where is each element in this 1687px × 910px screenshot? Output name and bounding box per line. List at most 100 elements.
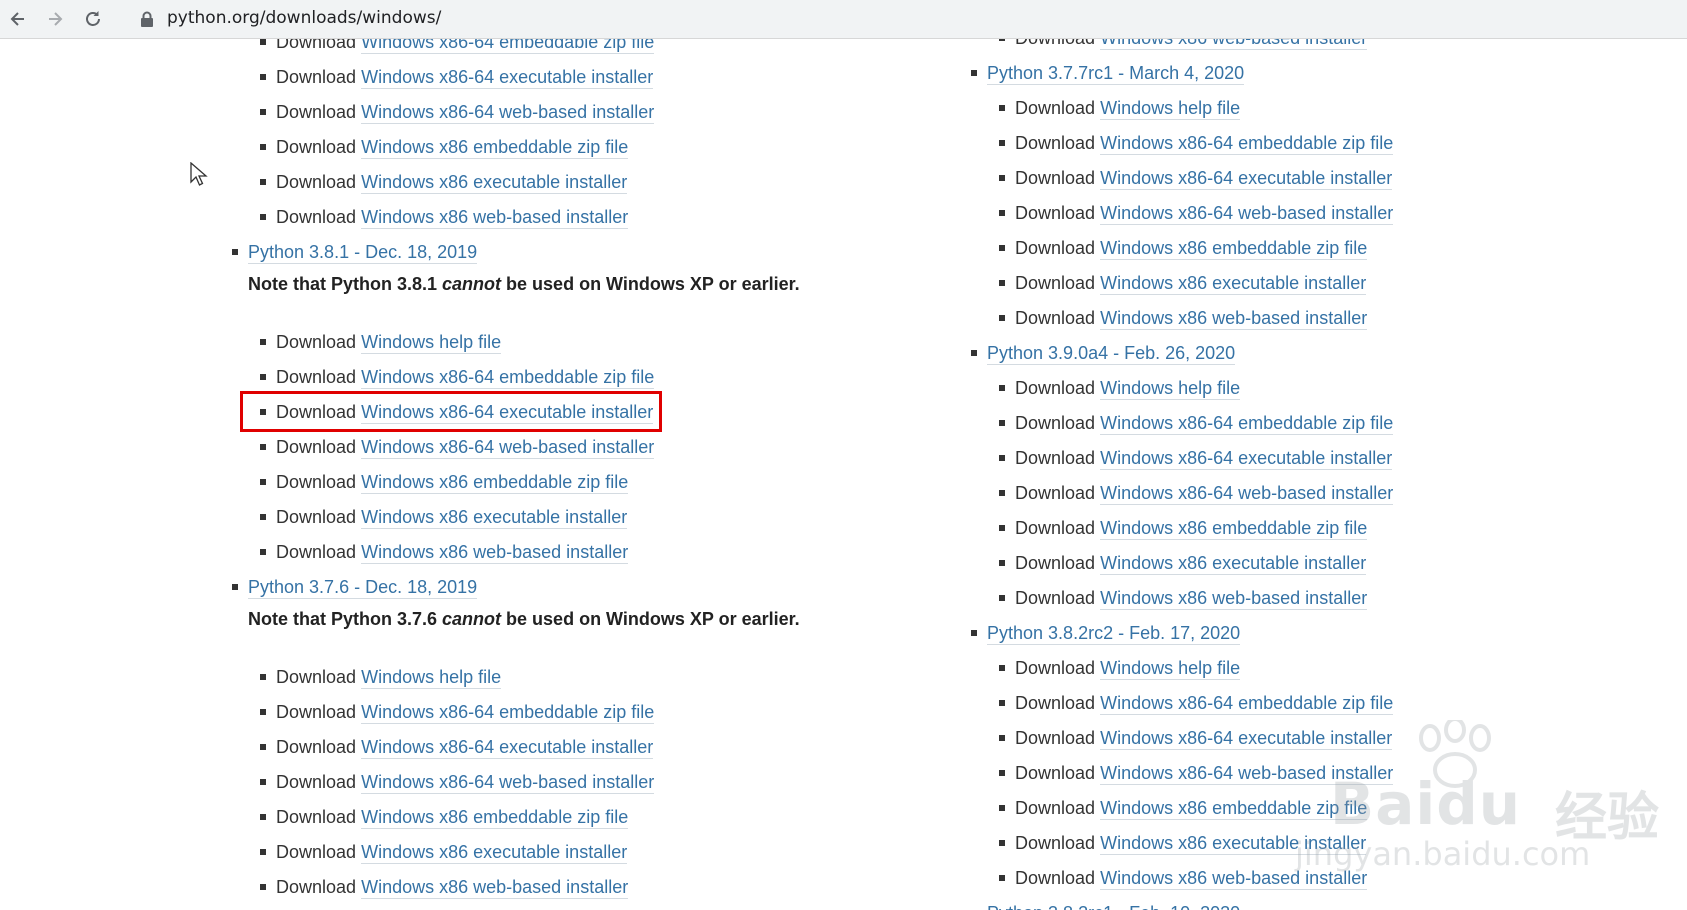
bullet [999, 700, 1005, 706]
download-link[interactable]: Windows x86-64 embeddable zip file [361, 39, 655, 54]
download-link[interactable]: Windows x86 executable installer [361, 842, 628, 864]
download-link[interactable]: Windows x86 web-based installer [361, 207, 629, 229]
download-label: Download [1015, 98, 1096, 118]
download-link[interactable]: Windows x86 executable installer [361, 507, 628, 529]
download-link[interactable]: Windows x86-64 web-based installer [361, 437, 655, 459]
download-label: Download [1015, 693, 1096, 713]
bullet [260, 479, 266, 485]
release-link[interactable]: Python 3.8.2rc1 - Feb. 10, 2020 [987, 903, 1241, 910]
download-label: Download [276, 667, 357, 687]
download-row: Download Windows x86-64 executable insta… [260, 62, 654, 92]
download-row: Download Windows x86 executable installe… [260, 837, 628, 867]
download-link[interactable]: Windows x86 web-based installer [361, 877, 629, 899]
download-row: Download Windows x86 executable installe… [999, 548, 1367, 578]
download-label: Download [1015, 763, 1096, 783]
download-label: Download [1015, 518, 1096, 538]
download-link[interactable]: Windows help file [361, 332, 502, 354]
download-row: Download Windows x86-64 executable insta… [260, 732, 654, 762]
reload-button[interactable] [78, 4, 108, 34]
download-link[interactable]: Windows x86 embeddable zip file [1100, 798, 1368, 820]
download-link[interactable]: Windows help file [1100, 658, 1241, 680]
address-bar[interactable]: python.org/downloads/windows/ [124, 2, 1674, 35]
release-link[interactable]: Python 3.8.2rc2 - Feb. 17, 2020 [987, 623, 1241, 645]
bullet [971, 70, 977, 76]
back-button[interactable] [3, 4, 33, 34]
bullet [260, 674, 266, 680]
download-label: Download [1015, 238, 1096, 258]
download-link[interactable]: Windows x86 embeddable zip file [361, 807, 629, 829]
download-row: Download Windows x86 web-based installer [999, 303, 1368, 333]
download-row: Download Windows help file [999, 373, 1241, 403]
download-link[interactable]: Windows x86-64 web-based installer [361, 772, 655, 794]
download-link[interactable]: Windows x86 web-based installer [361, 542, 629, 564]
download-link[interactable]: Windows x86-64 web-based installer [361, 102, 655, 124]
download-link[interactable]: Windows x86 web-based installer [1100, 308, 1368, 330]
download-link[interactable]: Windows x86 embeddable zip file [361, 472, 629, 494]
download-label: Download [276, 332, 357, 352]
download-label: Download [276, 702, 357, 722]
bullet [999, 420, 1005, 426]
note-emphasis: cannot [442, 274, 502, 294]
download-link[interactable]: Windows x86-64 executable installer [361, 67, 654, 89]
bullet [999, 560, 1005, 566]
download-link[interactable]: Windows x86-64 embeddable zip file [1100, 413, 1394, 435]
download-row: Download Windows x86-64 web-based instal… [260, 432, 655, 462]
download-link[interactable]: Windows x86-64 embeddable zip file [1100, 133, 1394, 155]
download-link[interactable]: Windows x86 executable installer [361, 172, 628, 194]
note-text: be used on Windows XP or earlier. [501, 274, 800, 294]
download-link[interactable]: Windows help file [361, 667, 502, 689]
release-link[interactable]: Python 3.9.0a4 - Feb. 26, 2020 [987, 343, 1236, 365]
download-link[interactable]: Windows x86 web-based installer [1100, 588, 1368, 610]
bullet [260, 709, 266, 715]
download-link[interactable]: Windows x86 embeddable zip file [1100, 518, 1368, 540]
download-link[interactable]: Windows x86 executable installer [1100, 553, 1367, 575]
download-link[interactable]: Windows x86 web-based installer [1100, 868, 1368, 890]
download-link[interactable]: Windows help file [1100, 98, 1241, 120]
bullet [260, 214, 266, 220]
download-link[interactable]: Windows x86 executable installer [1100, 833, 1367, 855]
download-link[interactable]: Windows x86 executable installer [1100, 273, 1367, 295]
download-link[interactable]: Windows x86-64 web-based installer [1100, 203, 1394, 225]
release-link[interactable]: Python 3.8.1 - Dec. 18, 2019 [248, 242, 478, 264]
download-label: Download [1015, 658, 1096, 678]
bullet [999, 595, 1005, 601]
bullet [999, 735, 1005, 741]
release-item: Python 3.8.2rc2 - Feb. 17, 2020 [971, 618, 1241, 648]
release-link[interactable]: Python 3.7.6 - Dec. 18, 2019 [248, 577, 478, 599]
download-link[interactable]: Windows x86-64 executable installer [1100, 168, 1393, 190]
download-link[interactable]: Windows x86 embeddable zip file [1100, 238, 1368, 260]
release-link[interactable]: Python 3.7.7rc1 - March 4, 2020 [987, 63, 1245, 85]
download-link[interactable]: Windows x86 web-based installer [1100, 39, 1368, 50]
download-link[interactable]: Windows x86-64 embeddable zip file [361, 367, 655, 389]
download-label: Download [276, 137, 357, 157]
bullet [260, 179, 266, 185]
download-row: Download Windows x86 executable installe… [260, 502, 628, 532]
download-link[interactable]: Windows x86-64 web-based installer [1100, 483, 1394, 505]
download-link[interactable]: Windows x86 embeddable zip file [361, 137, 629, 159]
reload-icon [86, 11, 100, 26]
download-row: Download Windows help file [260, 662, 502, 692]
download-link[interactable]: Windows x86-64 embeddable zip file [1100, 693, 1394, 715]
bullet [999, 805, 1005, 811]
bullet [999, 840, 1005, 846]
download-link[interactable]: Windows x86-64 executable installer [1100, 728, 1393, 750]
highlight-box [240, 391, 662, 432]
bullet [260, 814, 266, 820]
download-row: Download Windows x86-64 embeddable zip f… [999, 688, 1394, 718]
forward-button[interactable] [40, 4, 70, 34]
download-link[interactable]: Windows x86-64 web-based installer [1100, 763, 1394, 785]
download-link[interactable]: Windows help file [1100, 378, 1241, 400]
bullet [999, 490, 1005, 496]
note-text: Note that Python 3.7.6 [248, 609, 443, 629]
url-text: python.org/downloads/windows/ [167, 8, 442, 28]
download-row: Download Windows x86-64 executable insta… [999, 163, 1393, 193]
download-link[interactable]: Windows x86-64 embeddable zip file [361, 702, 655, 724]
bullet [260, 39, 266, 45]
download-link[interactable]: Windows x86-64 executable installer [361, 737, 654, 759]
download-label: Download [276, 472, 357, 492]
download-row: Download Windows x86 web-based installer [999, 39, 1368, 53]
bullet [999, 770, 1005, 776]
download-label: Download [1015, 483, 1096, 503]
bullet [260, 444, 266, 450]
download-link[interactable]: Windows x86-64 executable installer [1100, 448, 1393, 470]
